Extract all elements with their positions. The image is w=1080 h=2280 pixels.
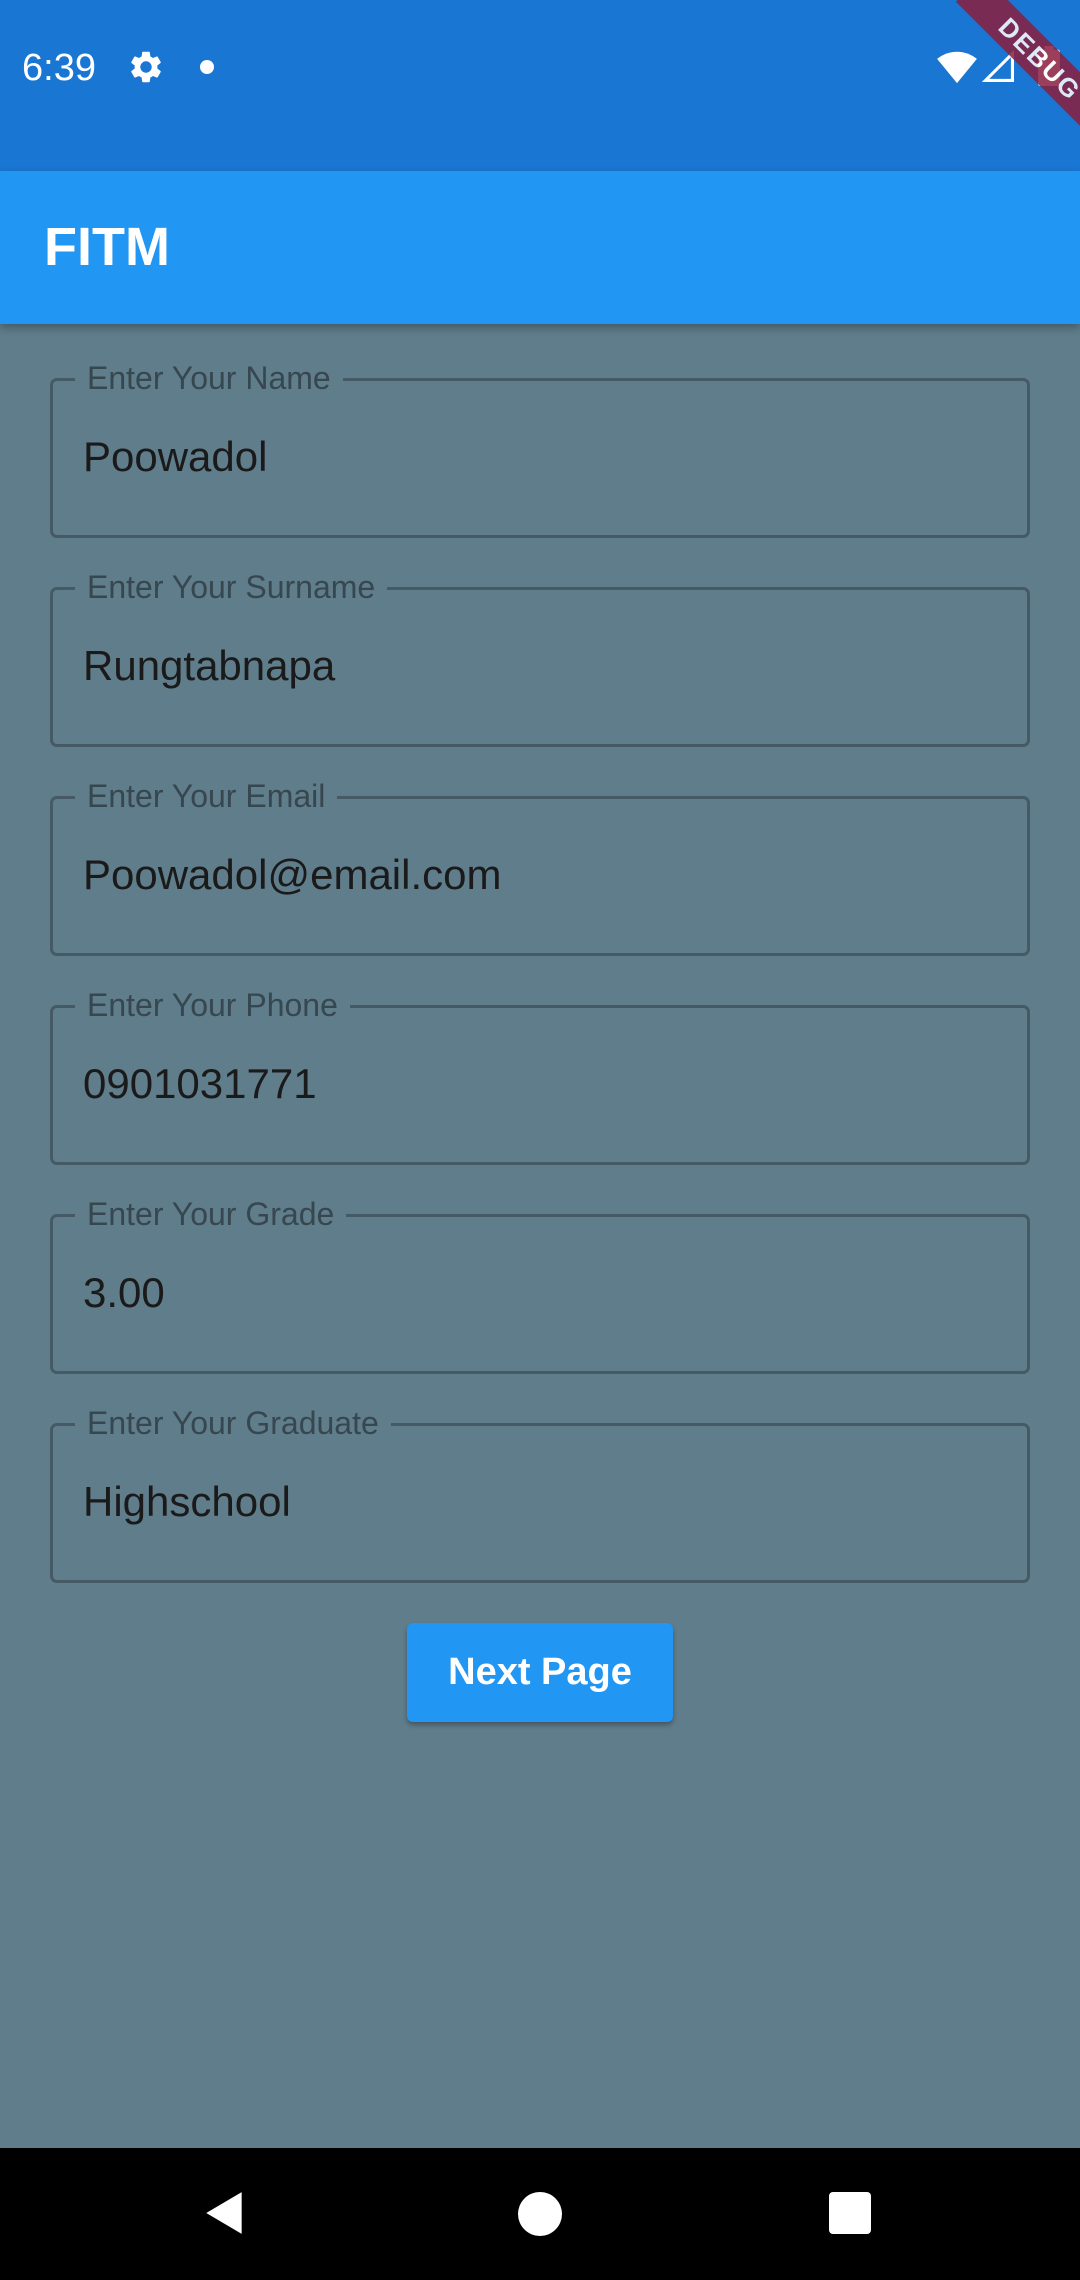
graduate-field[interactable]: Enter Your Graduate — [50, 1401, 1030, 1583]
graduate-field-label: Enter Your Graduate — [75, 1401, 391, 1445]
phone-field[interactable]: Enter Your Phone — [50, 983, 1030, 1165]
email-field-label: Enter Your Email — [75, 774, 338, 818]
phone-input[interactable] — [83, 1052, 983, 1116]
grade-field[interactable]: Enter Your Grade — [50, 1192, 1030, 1374]
notification-dot-icon — [200, 60, 214, 74]
app-bar: FITM — [0, 171, 1080, 324]
name-field[interactable]: Enter Your Name — [50, 356, 1030, 538]
status-time: 6:39 — [22, 47, 96, 89]
name-input[interactable] — [83, 425, 983, 489]
graduate-input[interactable] — [83, 1470, 983, 1534]
status-bar: 6:39 DEBUG — [0, 0, 1080, 171]
wifi-icon — [937, 51, 977, 84]
back-icon[interactable] — [200, 2188, 250, 2238]
recents-icon[interactable] — [829, 2192, 871, 2234]
app-title: FITM — [44, 217, 170, 277]
surname-field[interactable]: Enter Your Surname — [50, 565, 1030, 747]
email-input[interactable] — [83, 843, 983, 907]
email-field[interactable]: Enter Your Email — [50, 774, 1030, 956]
name-field-label: Enter Your Name — [75, 356, 343, 400]
phone-field-label: Enter Your Phone — [75, 983, 350, 1027]
gear-icon — [131, 51, 161, 83]
grade-input[interactable] — [83, 1261, 983, 1325]
home-icon[interactable] — [518, 2192, 562, 2236]
surname-input[interactable] — [83, 634, 983, 698]
next-page-button[interactable]: Next Page — [407, 1623, 673, 1722]
grade-field-label: Enter Your Grade — [75, 1192, 347, 1236]
surname-field-label: Enter Your Surname — [75, 565, 388, 609]
navigation-bar — [0, 2148, 1080, 2280]
